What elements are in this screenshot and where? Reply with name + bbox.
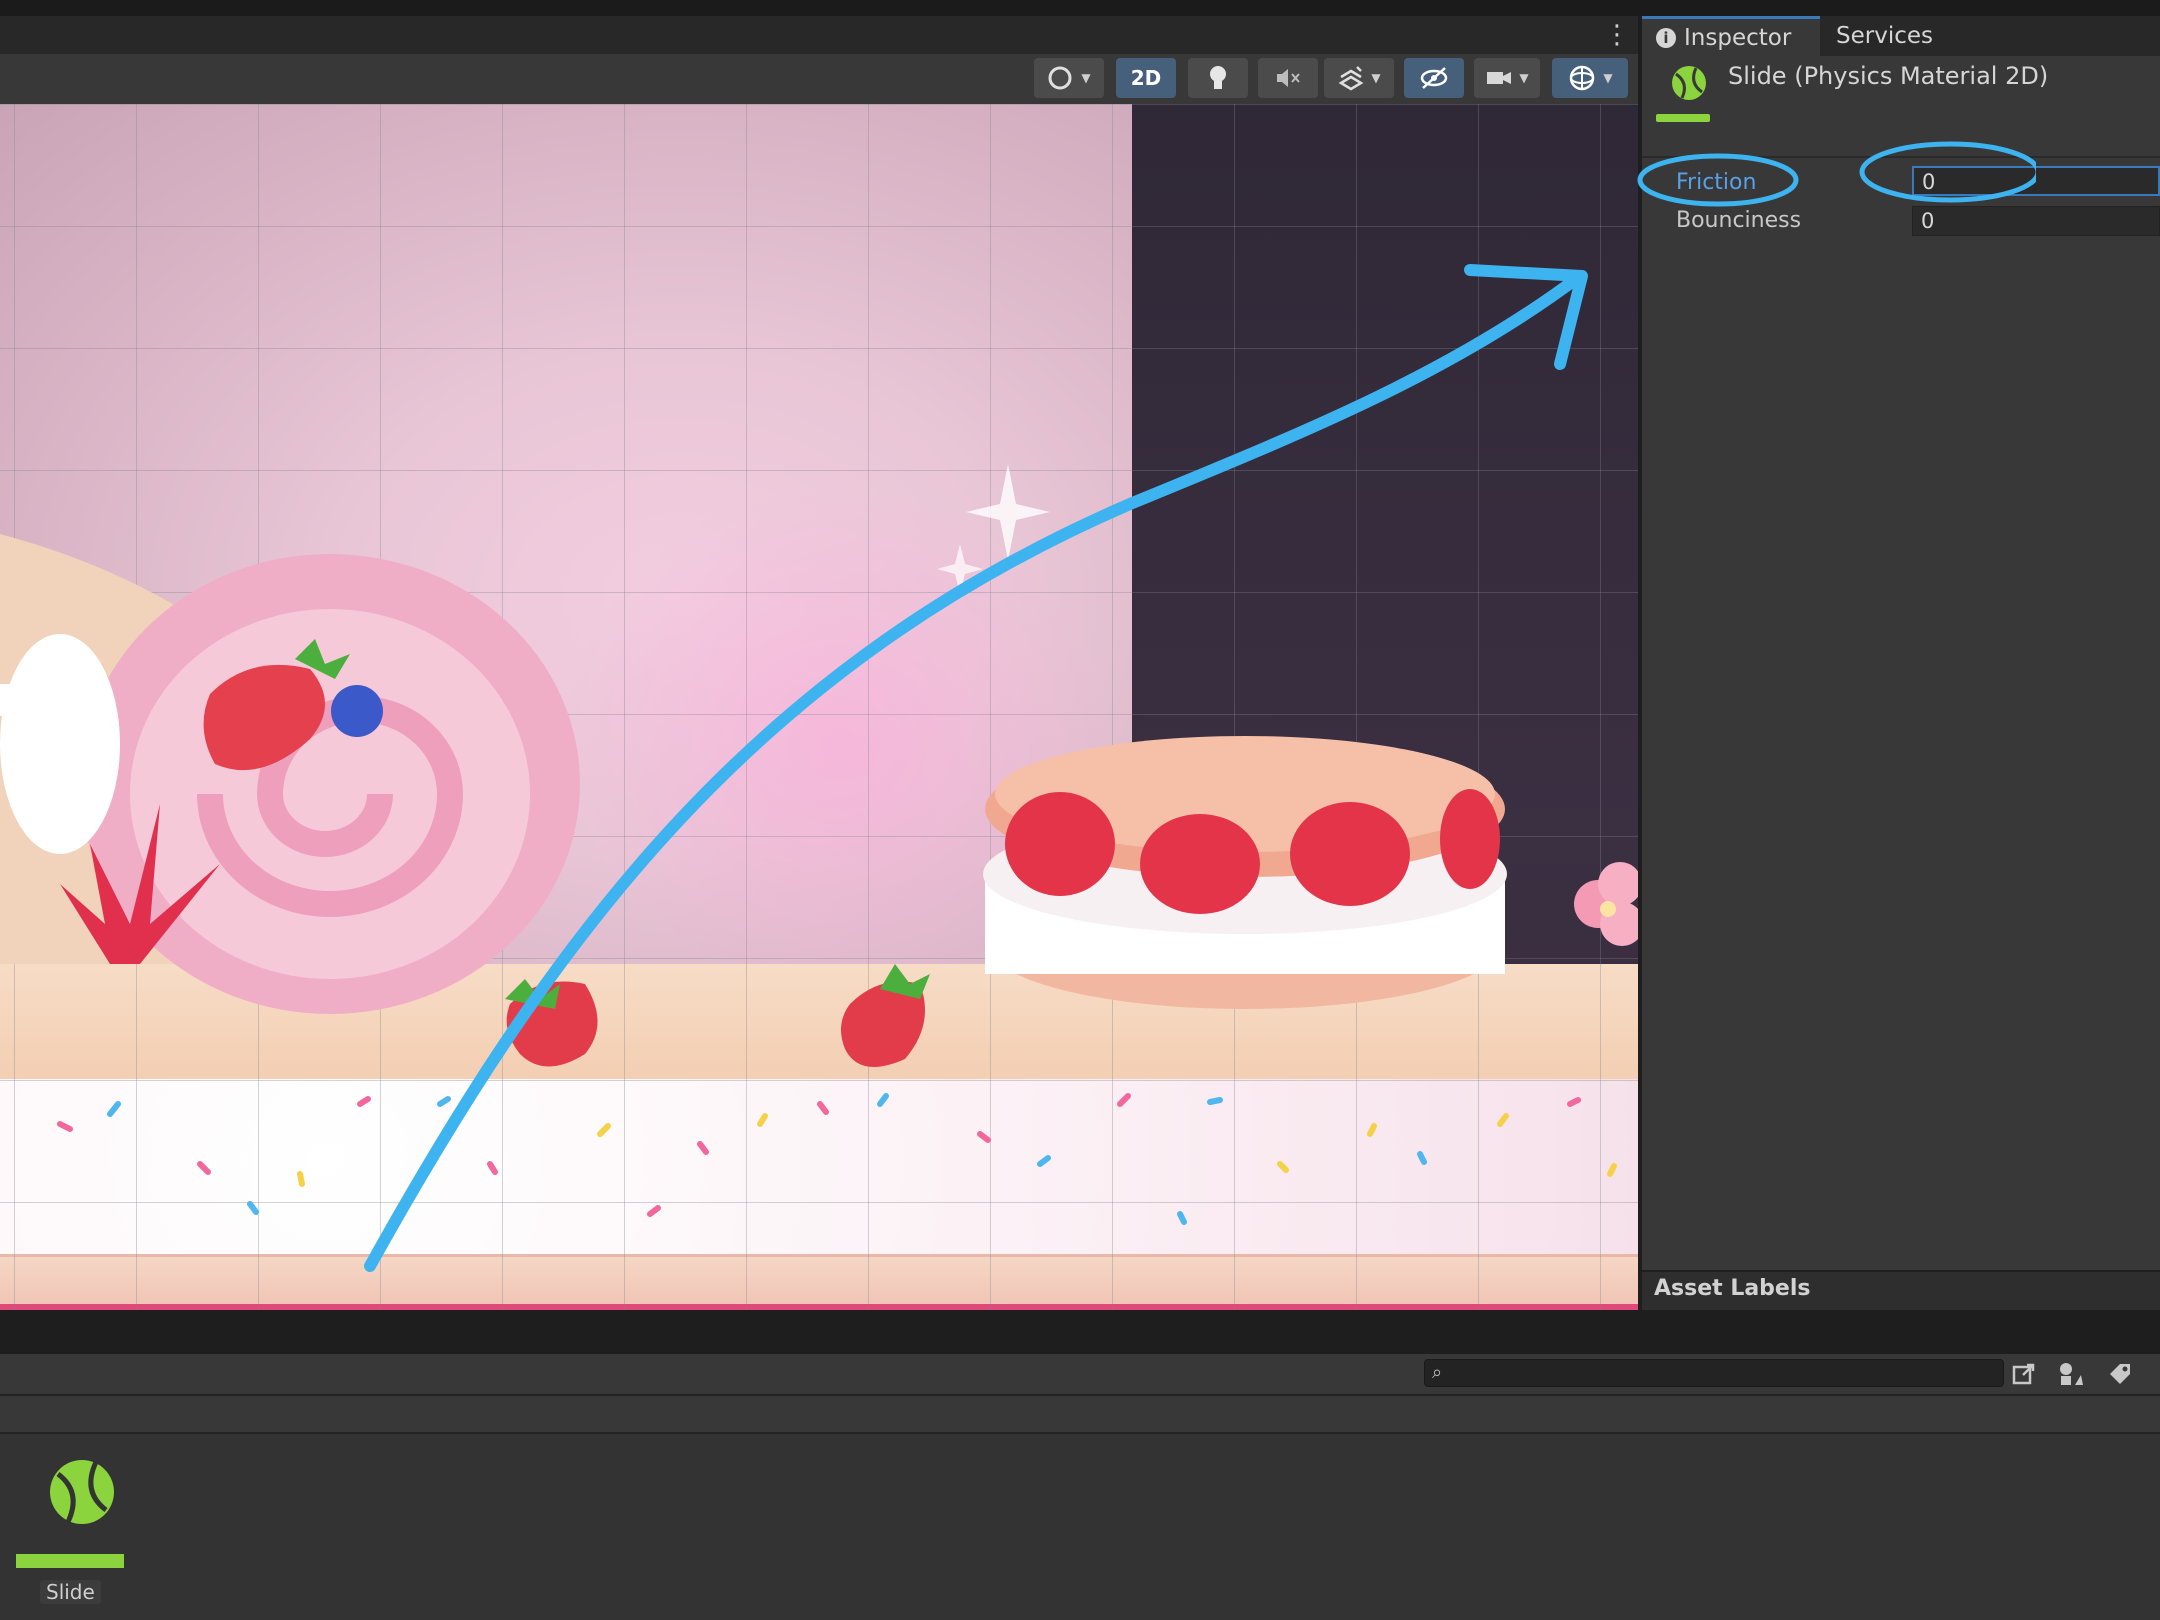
asset-title: Slide (Physics Material 2D) (1728, 62, 2049, 90)
project-search-input[interactable] (1424, 1359, 2004, 1387)
physics-material-icon (1672, 66, 1706, 100)
gizmos-button[interactable]: ▼ (1552, 58, 1628, 98)
shapes-icon (2060, 1363, 2083, 1385)
shading-mode-button[interactable]: ▼ (1034, 58, 1104, 98)
lightbulb-icon (1210, 66, 1226, 89)
audio-mute-icon (1277, 69, 1300, 87)
effects-icon (1338, 66, 1364, 91)
friction-field-circle (1859, 141, 2036, 203)
tab-services[interactable]: Services (1836, 16, 1933, 56)
tag-filter-button[interactable] (2104, 1358, 2136, 1390)
curved-arrow-annotation (364, 264, 1588, 1272)
2d-mode-button[interactable]: 2D (1116, 58, 1176, 98)
lighting-toggle-button[interactable] (1188, 58, 1248, 98)
effects-button[interactable]: ▼ (1324, 58, 1394, 98)
search-by-label-button[interactable] (2054, 1358, 2086, 1390)
physics-material-icon (50, 1460, 114, 1524)
filter-type-icon (2012, 1363, 2035, 1385)
camera-button[interactable]: ▼ (1474, 58, 1540, 98)
scene-view[interactable] (0, 104, 1638, 1310)
audio-toggle-button[interactable] (1258, 58, 1318, 98)
friction-label-circle (1637, 153, 1799, 207)
camera-icon (1487, 72, 1512, 84)
breadcrumb-bar (0, 1396, 2160, 1434)
asset-labels-heading[interactable]: Asset Labels (1654, 1276, 1810, 1301)
annotation-circles (1637, 141, 2036, 207)
tag-icon (2110, 1364, 2130, 1384)
more-options-icon[interactable]: ⋮ (1604, 20, 1630, 50)
search-icon: ⌕ (1432, 1362, 1443, 1383)
tab-services-label: Services (1836, 23, 1933, 49)
shading-mode-icon (1048, 66, 1072, 90)
info-icon: i (1656, 27, 1676, 48)
top-strip (0, 0, 2160, 16)
asset-label[interactable]: Slide (40, 1580, 101, 1604)
project-asset-grid (0, 1434, 2160, 1620)
tab-inspector-label: Inspector (1684, 24, 1792, 51)
search-by-type-button[interactable] (2008, 1358, 2040, 1390)
tab-inspector[interactable]: i Inspector (1642, 16, 1820, 56)
panel-divider (0, 1310, 2160, 1354)
gizmos-icon (1570, 65, 1595, 91)
asset-type-color-bar (16, 1554, 124, 1568)
hidden-eye-icon (1420, 67, 1448, 89)
asset-type-color-bar (1656, 114, 1710, 122)
visibility-toggle-button[interactable] (1404, 58, 1464, 98)
scene-header (0, 16, 1638, 54)
